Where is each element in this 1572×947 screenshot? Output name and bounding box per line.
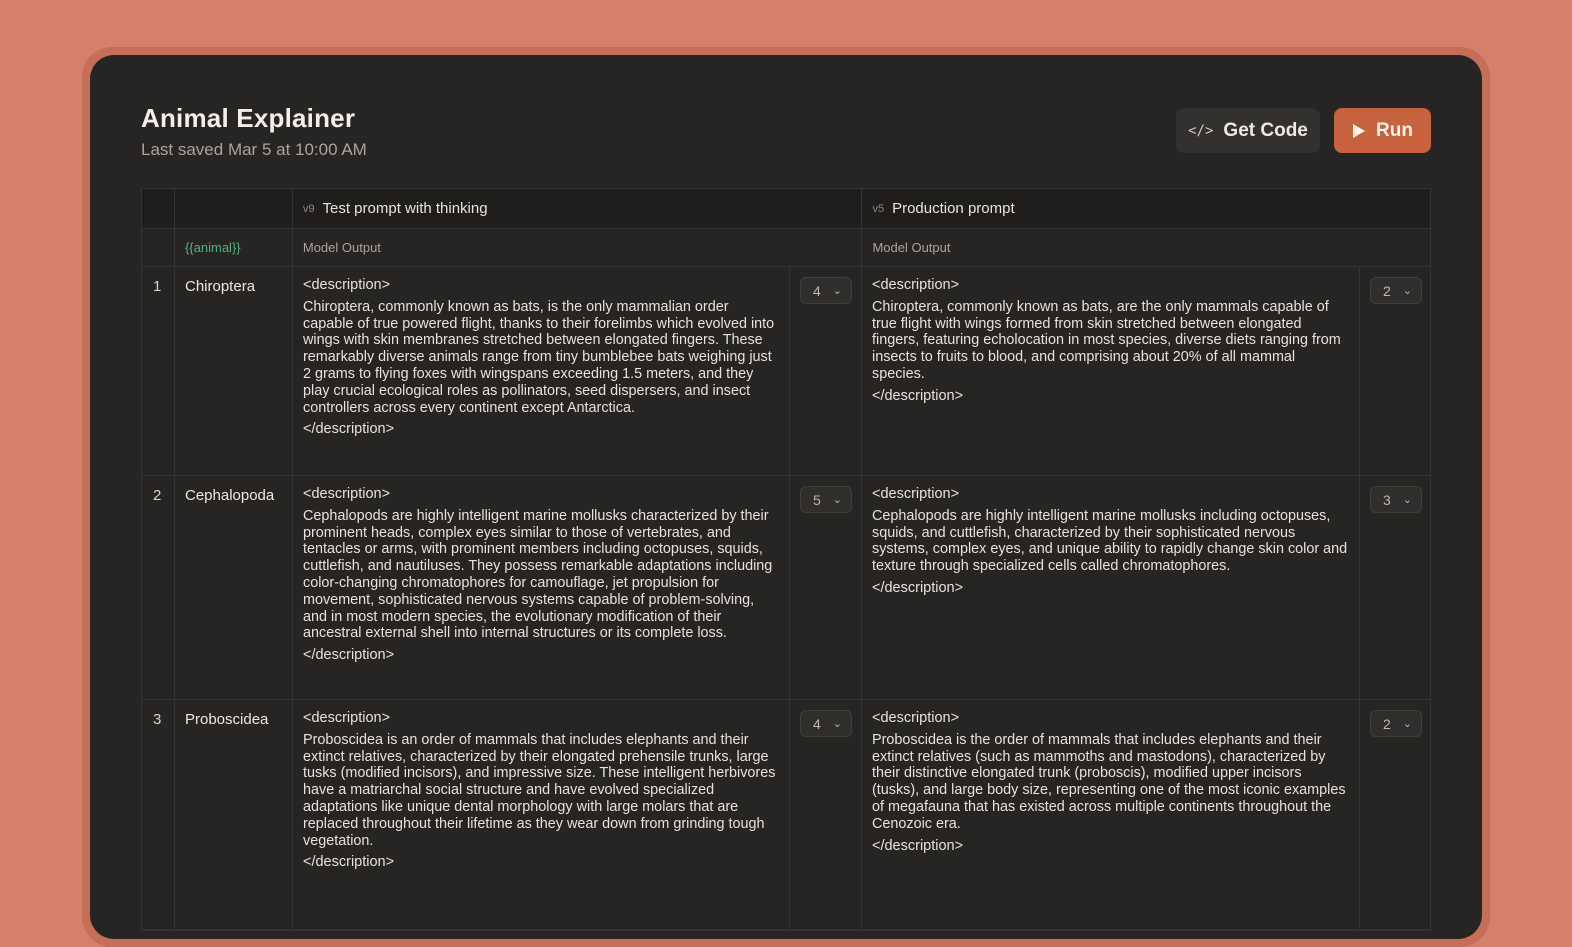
code-icon: </> [1188, 122, 1214, 139]
table-row: 3 Proboscidea <description> Proboscidea … [142, 700, 1430, 930]
version-badge: v5 [872, 202, 885, 215]
chevron-down-icon: ⌄ [832, 285, 842, 297]
animal-value[interactable]: Proboscidea [175, 700, 292, 728]
description-close-tag: </description> [872, 837, 964, 854]
description-text: Chiroptera, commonly known as bats, are … [872, 298, 1341, 382]
description-close-tag: </description> [303, 421, 395, 438]
last-saved-text: Last saved Mar 5 at 10:00 AM [141, 140, 367, 159]
model-output-cell: <description> Cephalopods are highly int… [862, 476, 1360, 699]
chevron-down-icon: ⌄ [1402, 718, 1412, 730]
model-output-label: Model Output [872, 240, 951, 255]
page-title: Animal Explainer [141, 103, 356, 133]
description-text: Cephalopods are highly intelligent marin… [872, 507, 1348, 575]
score-value: 5 [813, 491, 821, 508]
score-select[interactable]: 2 ⌄ [1370, 277, 1422, 304]
column-label-row: {{animal}} Model Output Model Output [142, 229, 1430, 267]
header-spacer-var [175, 189, 293, 228]
variable-label: {{animal}} [184, 240, 241, 255]
chevron-down-icon: ⌄ [1402, 285, 1412, 297]
prompt-header-row: v9 Test prompt with thinking v5 Producti… [142, 189, 1430, 229]
prompt-name: Test prompt with thinking [322, 200, 488, 217]
model-output-cell: <description> Proboscidea is the order o… [862, 700, 1360, 929]
description-close-tag: </description> [303, 647, 395, 664]
animal-value[interactable]: Cephalopoda [175, 476, 292, 504]
model-output-cell: <description> Proboscidea is an order of… [293, 700, 790, 929]
play-icon [1353, 123, 1366, 138]
description-text: Proboscidea is an order of mammals that … [303, 731, 776, 849]
chevron-down-icon: ⌄ [832, 494, 842, 506]
prompt-column-a-header[interactable]: v9 Test prompt with thinking [293, 189, 863, 228]
get-code-button[interactable]: </> Get Code [1176, 108, 1320, 153]
model-output-cell: <description> Chiroptera, commonly known… [862, 267, 1360, 475]
animal-value[interactable]: Chiroptera [175, 267, 292, 295]
description-open-tag: <description> [303, 710, 391, 726]
row-number: 3 [153, 711, 162, 728]
score-value: 4 [813, 715, 821, 732]
run-label: Run [1376, 119, 1413, 141]
app-frame: Animal Explainer Last saved Mar 5 at 10:… [82, 47, 1490, 947]
chevron-down-icon: ⌄ [1402, 494, 1412, 506]
score-select[interactable]: 2 ⌄ [1370, 710, 1422, 737]
row-number: 2 [153, 487, 162, 504]
description-open-tag: <description> [303, 277, 391, 293]
score-value: 4 [813, 282, 821, 299]
score-value: 2 [1383, 715, 1391, 732]
score-value: 2 [1383, 282, 1391, 299]
description-open-tag: <description> [872, 277, 960, 293]
description-text: Cephalopods are highly intelligent marin… [303, 507, 773, 642]
version-badge: v9 [302, 202, 315, 215]
model-output-cell: <description> Cephalopods are highly int… [293, 476, 790, 699]
description-open-tag: <description> [303, 486, 391, 502]
variable-column-header: {{animal}} [175, 229, 293, 266]
row-number: 1 [153, 278, 162, 295]
header-spacer-num [142, 189, 175, 228]
chevron-down-icon: ⌄ [832, 718, 842, 730]
get-code-label: Get Code [1223, 119, 1308, 141]
app-window: Animal Explainer Last saved Mar 5 at 10:… [90, 55, 1482, 939]
model-output-label: Model Output [302, 240, 381, 255]
table-row: 2 Cephalopoda <description> Cephalopods … [142, 476, 1430, 700]
description-text: Proboscidea is the order of mammals that… [872, 731, 1346, 832]
model-output-header-b: Model Output [862, 229, 1430, 266]
model-output-header-a: Model Output [293, 229, 863, 266]
score-select[interactable]: 5 ⌄ [800, 486, 852, 513]
score-select[interactable]: 4 ⌄ [800, 710, 852, 737]
description-open-tag: <description> [872, 486, 960, 502]
prompt-column-b-header[interactable]: v5 Production prompt [862, 189, 1430, 228]
description-text: Chiroptera, commonly known as bats, is t… [303, 298, 775, 416]
table-row: 1 Chiroptera <description> Chiroptera, c… [142, 267, 1430, 476]
results-table: v9 Test prompt with thinking v5 Producti… [141, 188, 1431, 931]
description-close-tag: </description> [872, 387, 964, 404]
score-value: 3 [1383, 491, 1391, 508]
score-select[interactable]: 4 ⌄ [800, 277, 852, 304]
score-select[interactable]: 3 ⌄ [1370, 486, 1422, 513]
description-close-tag: </description> [872, 579, 964, 596]
description-close-tag: </description> [303, 854, 395, 871]
model-output-cell: <description> Chiroptera, commonly known… [293, 267, 790, 475]
description-open-tag: <description> [872, 710, 960, 726]
run-button[interactable]: Run [1334, 108, 1431, 153]
label-spacer-num [142, 229, 175, 266]
prompt-name: Production prompt [892, 200, 1015, 217]
